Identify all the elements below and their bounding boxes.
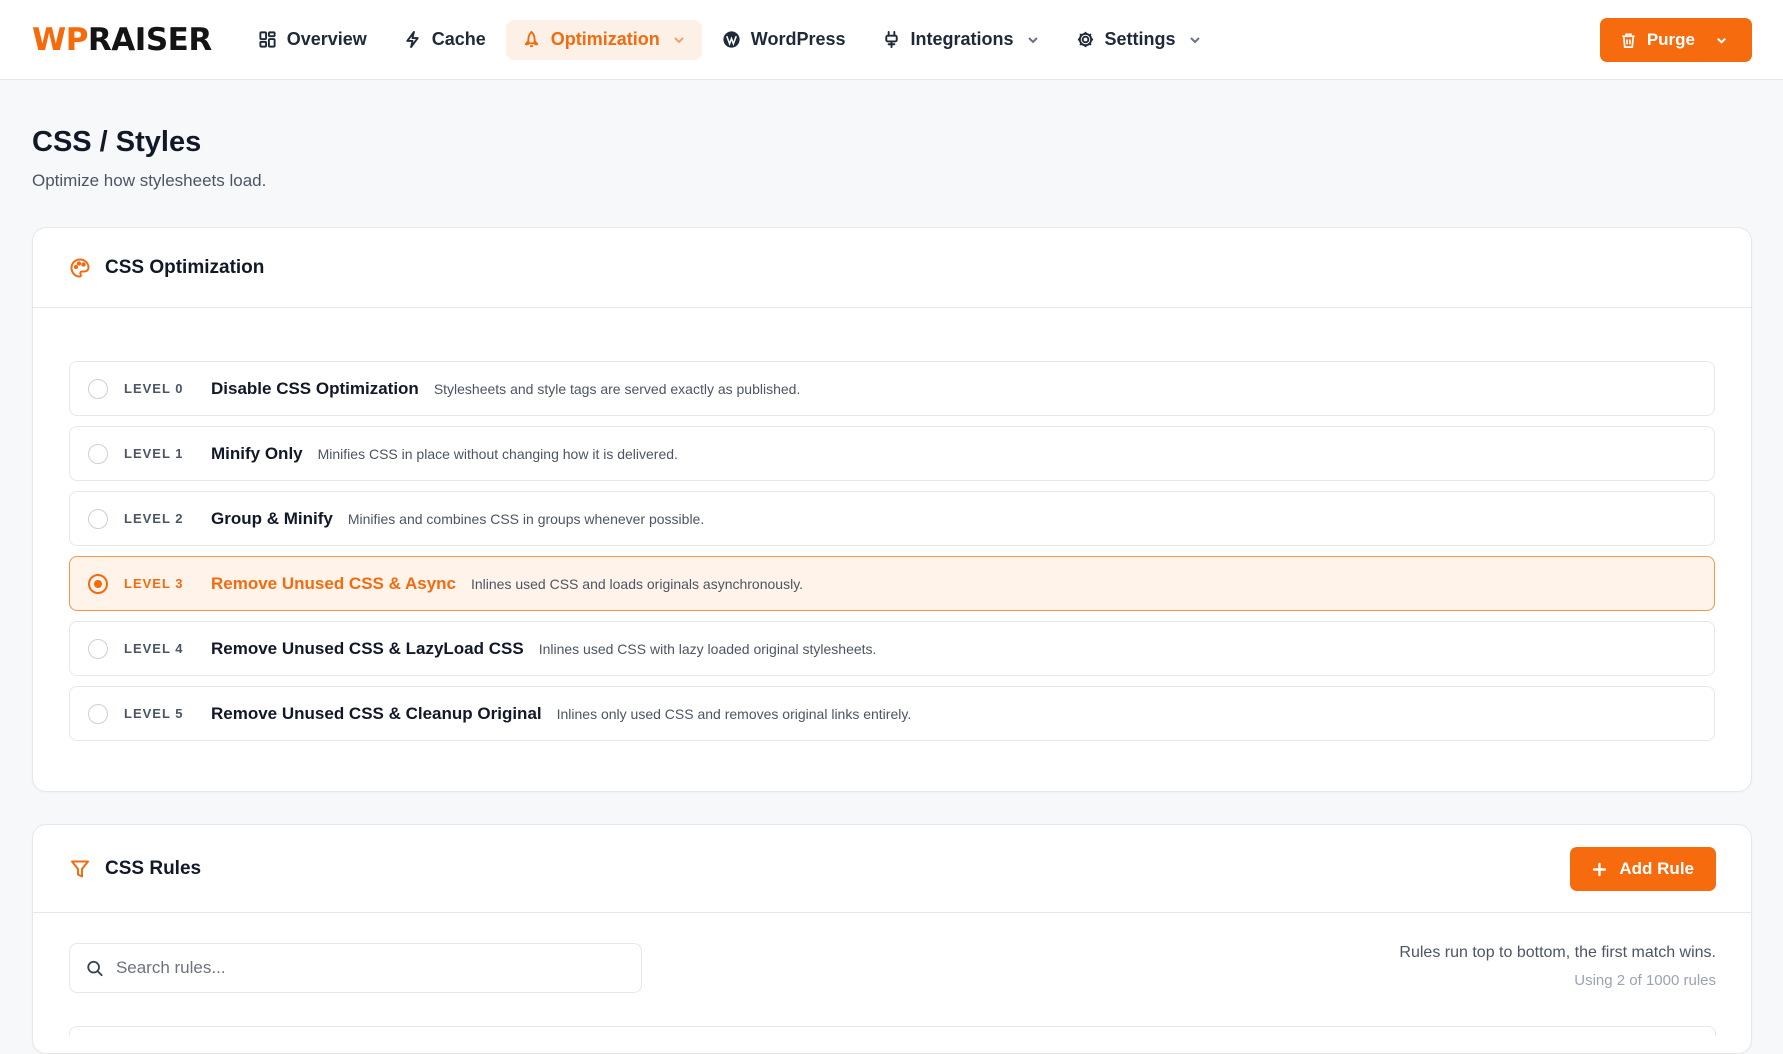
search-rules-box[interactable] — [69, 943, 642, 993]
nav-label: Integrations — [910, 29, 1014, 49]
level-tag: LEVEL 4 — [124, 641, 184, 656]
brand-logo[interactable]: WP RAISER — [32, 22, 212, 58]
level-tag: LEVEL 2 — [124, 511, 184, 526]
add-rule-label: Add Rule — [1619, 859, 1694, 878]
page-subtitle: Optimize how stylesheets load. — [32, 171, 267, 190]
level-description: Minifies CSS in place without changing h… — [317, 445, 678, 462]
level-name: Remove Unused CSS & Cleanup Original — [211, 703, 542, 723]
purge-label: Purge — [1646, 30, 1695, 49]
purge-button[interactable]: Purge — [1599, 18, 1752, 62]
rules-order-note: Rules run top to bottom, the first match… — [1399, 944, 1716, 961]
rules-info: Rules run top to bottom, the first match… — [1399, 944, 1716, 989]
page-header: CSS / Styles Optimize how stylesheets lo… — [0, 80, 1783, 191]
radio-button[interactable] — [88, 508, 108, 529]
level-option-2[interactable]: LEVEL 2 Group & Minify Minifies and comb… — [69, 491, 1715, 546]
level-name: Remove Unused CSS & Async — [211, 573, 456, 593]
level-name: Group & Minify — [211, 508, 333, 528]
dashboard-icon — [259, 31, 276, 48]
radio-button[interactable] — [88, 378, 108, 399]
nav-label: WordPress — [750, 29, 846, 49]
level-description: Stylesheets and style tags are served ex… — [433, 380, 801, 397]
level-description: Minifies and combines CSS in groups when… — [347, 510, 705, 527]
bolt-icon — [406, 30, 419, 49]
main-nav: Overview Cache Optimization WordPress In… — [242, 19, 1218, 60]
level-option-1[interactable]: LEVEL 1 Minify Only Minifies CSS in plac… — [69, 426, 1715, 481]
plus-icon — [1593, 862, 1607, 876]
level-name: Remove Unused CSS & LazyLoad CSS — [211, 638, 524, 658]
level-option-0[interactable]: LEVEL 0 Disable CSS Optimization Stylesh… — [69, 361, 1715, 416]
card-title: CSS Rules — [105, 857, 202, 879]
nav-item-overview[interactable]: Overview — [242, 20, 383, 60]
nav-label: Optimization — [550, 29, 660, 49]
level-description: Inlines used CSS with lazy loaded origin… — [538, 640, 877, 657]
level-option-4[interactable]: LEVEL 4 Remove Unused CSS & LazyLoad CSS… — [69, 621, 1715, 676]
card-header: CSS Rules Add Rule — [33, 825, 1751, 913]
nav-item-optimization[interactable]: Optimization — [505, 19, 702, 60]
level-tag: LEVEL 0 — [124, 381, 184, 396]
nav-label: Cache — [431, 29, 486, 49]
page-title: CSS / Styles — [32, 126, 202, 158]
rules-list — [69, 1026, 1716, 1036]
level-name: Disable CSS Optimization — [211, 378, 419, 398]
level-tag: LEVEL 5 — [124, 706, 184, 721]
card-header: CSS Optimization — [33, 228, 1751, 308]
add-rule-button[interactable]: Add Rule — [1570, 847, 1716, 891]
css-optimization-card: CSS Optimization LEVEL 0 Disable CSS Opt… — [32, 227, 1752, 792]
level-option-3[interactable]: LEVEL 3 Remove Unused CSS & Async Inline… — [69, 556, 1715, 611]
nav-label: Settings — [1104, 29, 1176, 49]
gear-icon — [1077, 31, 1093, 48]
filter-icon — [71, 860, 89, 877]
level-description: Inlines used CSS and loads originals asy… — [471, 575, 804, 592]
radio-button[interactable] — [88, 703, 108, 724]
nav-item-cache[interactable]: Cache — [387, 20, 502, 60]
level-tag: LEVEL 3 — [124, 576, 184, 591]
nav-item-integrations[interactable]: Integrations — [866, 20, 1056, 60]
level-option-5[interactable]: LEVEL 5 Remove Unused CSS & Cleanup Orig… — [69, 686, 1715, 741]
level-name: Minify Only — [211, 443, 303, 463]
nav-item-wordpress[interactable]: WordPress — [706, 20, 862, 60]
level-description: Inlines only used CSS and removes origin… — [556, 705, 912, 722]
nav-item-settings[interactable]: Settings — [1060, 20, 1218, 60]
chevron-down-icon — [1717, 37, 1726, 44]
radio-button[interactable] — [88, 443, 108, 464]
chevron-down-icon — [674, 36, 684, 43]
level-tag: LEVEL 1 — [124, 446, 184, 461]
radio-button[interactable] — [88, 638, 108, 659]
level-list: LEVEL 0 Disable CSS Optimization Stylesh… — [33, 308, 1751, 741]
search-icon — [87, 960, 103, 976]
rules-toolbar: Rules run top to bottom, the first match… — [33, 913, 1751, 1036]
palette-icon — [70, 257, 90, 278]
plug-icon — [884, 30, 898, 49]
css-rules-card: CSS Rules Add Rule Rules run top to bott… — [32, 824, 1752, 1054]
card-title: CSS Optimization — [105, 256, 265, 278]
chevron-down-icon — [1189, 36, 1200, 43]
trash-icon — [1622, 33, 1635, 48]
wordpress-icon — [723, 31, 740, 48]
nav-label: Overview — [286, 29, 367, 49]
search-rules-input[interactable] — [115, 958, 625, 978]
radio-button-selected[interactable] — [88, 573, 108, 594]
chevron-down-icon — [1027, 36, 1038, 43]
logo-raiser: RAISER — [87, 21, 212, 58]
rules-usage-count: Using 2 of 1000 rules — [1574, 972, 1716, 989]
logo-wp: WP — [32, 21, 88, 58]
top-navbar: WP RAISER Overview Cache Optimization Wo… — [0, 0, 1783, 80]
rocket-icon — [524, 30, 538, 48]
